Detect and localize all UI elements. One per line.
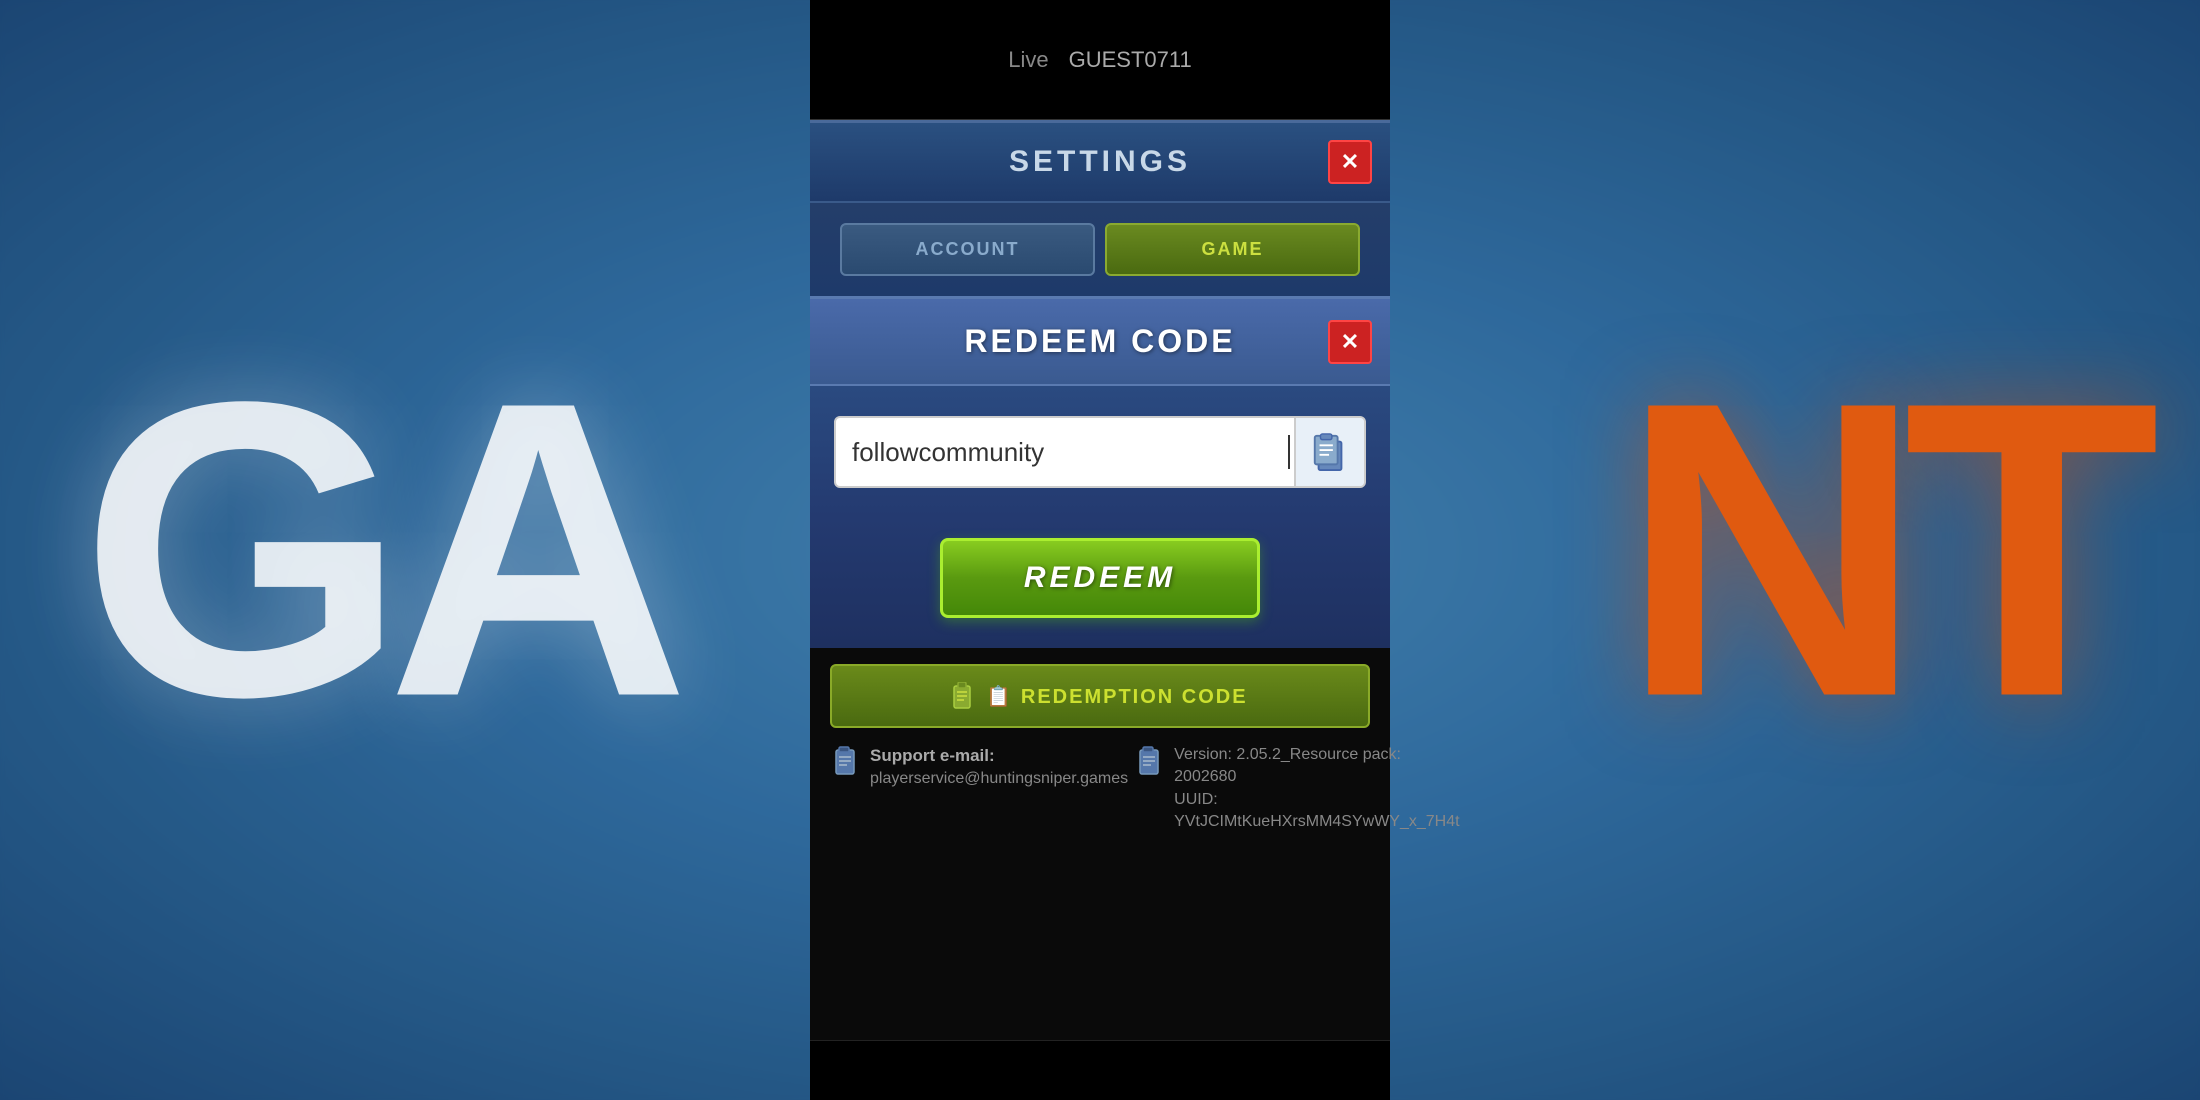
- tab-game[interactable]: GAME: [1105, 223, 1360, 276]
- redeem-title: REDEEM CODE: [964, 323, 1235, 360]
- redemption-code-button[interactable]: 📋 REDEMPTION CODE: [830, 664, 1370, 728]
- support-email-icon: [834, 746, 862, 778]
- support-version-text: Version: 2.05.2_Resource pack: 2002680 U…: [1174, 744, 1459, 834]
- support-version-block: Version: 2.05.2_Resource pack: 2002680 U…: [1138, 744, 1459, 834]
- paste-icon: [1312, 432, 1348, 472]
- live-text: Live: [1008, 47, 1048, 73]
- top-bar-content: Live GUEST0711: [1008, 47, 1191, 73]
- redeem-button-area: REDEEM: [810, 518, 1390, 648]
- tab-account[interactable]: ACCOUNT: [840, 223, 1095, 276]
- center-panel: Live GUEST0711 SETTINGS ✕ ACCOUNT GAME R…: [810, 0, 1390, 1100]
- settings-panel: SETTINGS ✕ ACCOUNT GAME: [810, 120, 1390, 296]
- redemption-code-label: 📋 REDEMPTION CODE: [986, 684, 1247, 709]
- redeem-input-area: [810, 386, 1390, 518]
- bottom-bar: [810, 1040, 1390, 1100]
- code-input[interactable]: [836, 419, 1284, 486]
- support-version-value: Version: 2.05.2_Resource pack: 2002680: [1174, 746, 1401, 785]
- support-uuid-value: UUID: YVtJCIMtKueHXrsMM4SYwWY_x_7H4t: [1174, 791, 1459, 830]
- top-bar: Live GUEST0711: [810, 0, 1390, 120]
- redeem-button[interactable]: REDEEM: [940, 538, 1260, 618]
- support-info: Support e-mail: playerservice@huntingsni…: [830, 744, 1370, 834]
- tab-account-label: ACCOUNT: [916, 239, 1020, 259]
- redemption-icon: [952, 682, 976, 710]
- settings-close-icon: ✕: [1341, 149, 1359, 175]
- settings-tabs: ACCOUNT GAME: [810, 203, 1390, 296]
- support-email-label: Support e-mail:: [870, 744, 1128, 768]
- redeem-close-button[interactable]: ✕: [1328, 320, 1372, 364]
- settings-header: SETTINGS ✕: [810, 123, 1390, 203]
- bottom-section: 📋 REDEMPTION CODE Support e-mail: player…: [810, 648, 1390, 1040]
- redeem-header: REDEEM CODE ✕: [810, 299, 1390, 386]
- text-cursor: [1288, 435, 1290, 469]
- code-input-wrapper: [834, 416, 1366, 488]
- support-email-block: Support e-mail: playerservice@huntingsni…: [834, 744, 1128, 834]
- support-email-value: playerservice@huntingsniper.games: [870, 770, 1128, 787]
- background-text-right: NT: [1620, 309, 2140, 792]
- paste-button[interactable]: [1294, 418, 1364, 486]
- username-text: GUEST0711: [1069, 47, 1192, 73]
- tab-game-label: GAME: [1202, 239, 1264, 259]
- support-email-text: Support e-mail: playerservice@huntingsni…: [870, 744, 1128, 790]
- settings-title: SETTINGS: [1009, 145, 1191, 179]
- redeem-close-icon: ✕: [1341, 329, 1359, 355]
- redeem-dialog: REDEEM CODE ✕: [810, 296, 1390, 648]
- redeem-button-label: REDEEM: [1024, 561, 1176, 594]
- settings-close-button[interactable]: ✕: [1328, 140, 1372, 184]
- support-version-icon: [1138, 746, 1166, 778]
- background-text-left: GA: [80, 309, 670, 792]
